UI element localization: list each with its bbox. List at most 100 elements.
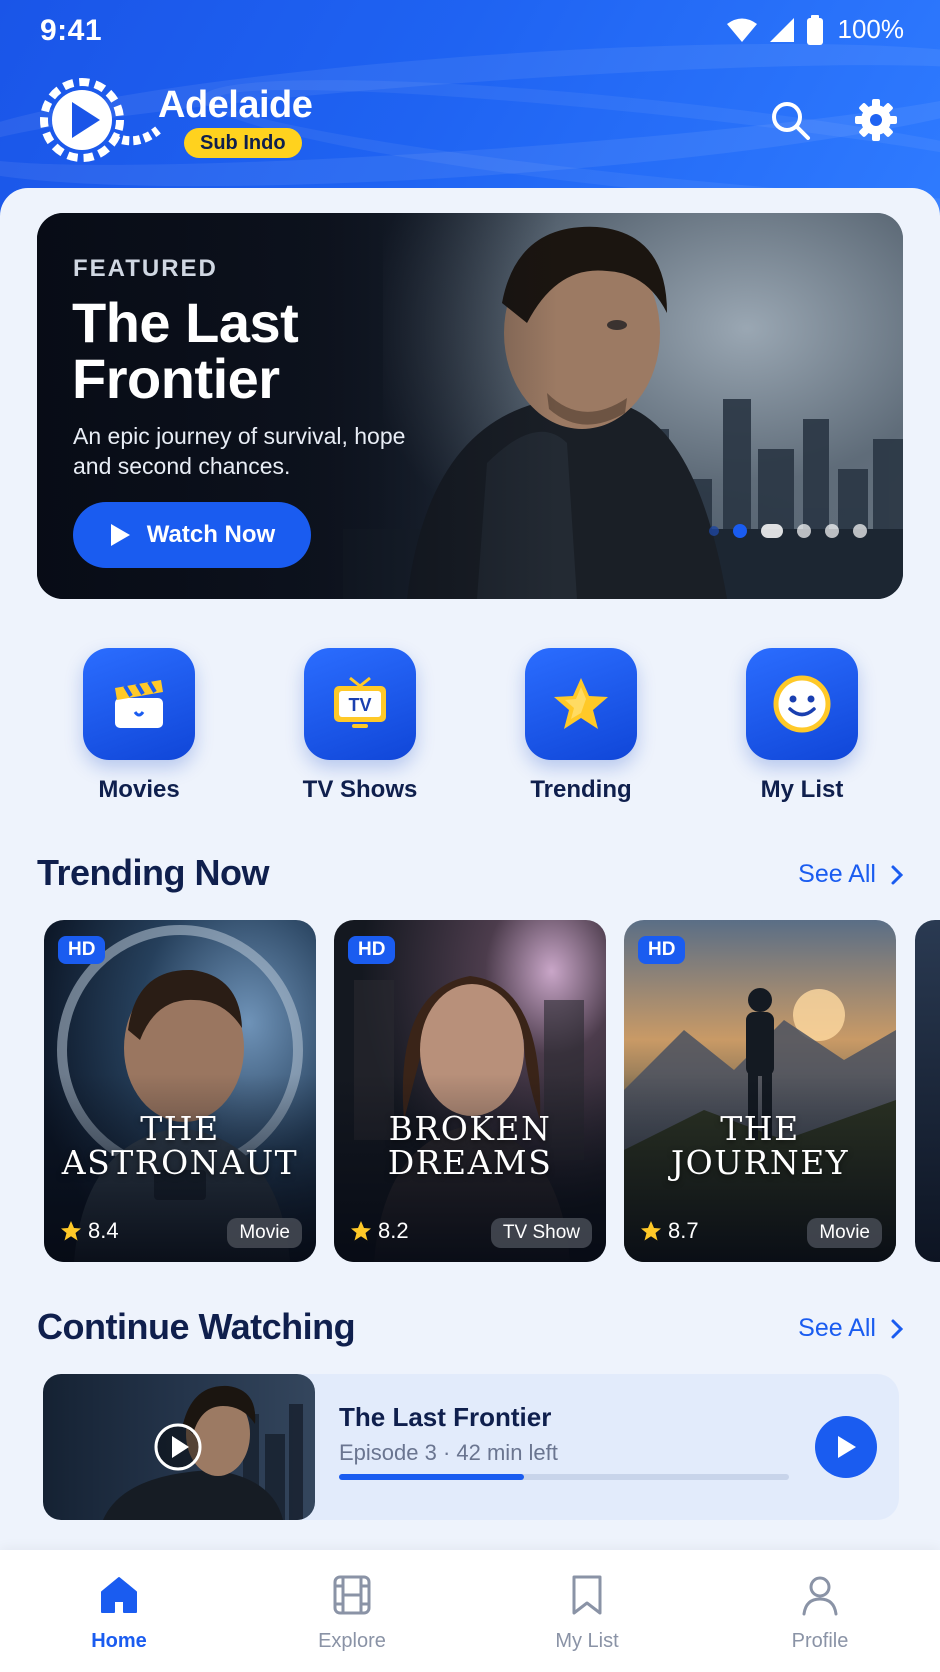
hero-kicker: FEATURED [73, 255, 218, 282]
status-icons: 100% [726, 14, 905, 45]
hd-badge: HD [348, 936, 396, 964]
type-badge: Movie [227, 1218, 302, 1248]
category-tile [746, 648, 858, 760]
carousel-indicator [709, 524, 867, 538]
type-badge: Movie [807, 1218, 882, 1248]
signal-icon [769, 17, 794, 42]
rating: 8.2 [350, 1218, 409, 1244]
wifi-icon [726, 18, 757, 42]
star-icon [641, 1221, 661, 1241]
thumbnail-art [103, 1385, 303, 1520]
nav-home[interactable]: Home [39, 1570, 199, 1653]
rating-value: 8.7 [668, 1218, 699, 1243]
search-button[interactable] [766, 96, 814, 144]
battery-icon [806, 14, 823, 45]
poster-title-line: DREAMS [387, 1143, 553, 1182]
continue-watching-item-title: The Last Frontier [339, 1402, 552, 1432]
continue-watching-card[interactable]: The Last Frontier Episode 3 · 42 min lef… [43, 1374, 899, 1520]
poster-title-line: ASTRONAUT [61, 1143, 299, 1182]
svg-text:TV: TV [348, 695, 371, 715]
category-label: TV Shows [302, 776, 418, 803]
play-icon [110, 524, 130, 546]
category-tile: TV [304, 648, 416, 760]
bookmark-icon [572, 1575, 602, 1615]
poster-card[interactable]: HD THE JOURNEY 8.7 Movie [624, 920, 896, 1262]
watch-now-button[interactable]: Watch Now [73, 502, 311, 568]
carousel-dot[interactable] [709, 526, 719, 536]
hd-badge: HD [58, 936, 106, 964]
bottom-navigation: Home Explore My List Profile [0, 1550, 940, 1672]
type-badge: TV Show [490, 1218, 592, 1248]
poster-title-line: THE [720, 1109, 800, 1148]
settings-button[interactable] [852, 96, 900, 144]
carousel-dot-active[interactable] [733, 524, 747, 538]
app-logo [40, 78, 161, 162]
film-icon [333, 1575, 371, 1615]
nav-label: My List [555, 1630, 619, 1652]
resume-play-button[interactable] [815, 1416, 877, 1478]
featured-banner[interactable]: FEATURED The Last Frontier An epic journ… [37, 213, 903, 599]
star-icon [554, 678, 608, 729]
hd-badge: HD [638, 936, 686, 964]
trending-section-title: Trending Now [37, 852, 270, 893]
poster-card[interactable]: HD THE ASTRONAUT 8.4 Movie [44, 920, 316, 1262]
gear-icon [855, 99, 897, 141]
profile-icon [802, 1576, 838, 1616]
nav-my-list[interactable]: My List [507, 1570, 667, 1653]
poster-card-peek[interactable] [915, 920, 940, 1262]
sub-indo-badge: Sub Indo [184, 128, 302, 158]
category-tile [83, 648, 195, 760]
watch-now-label: Watch Now [146, 521, 276, 548]
nav-profile[interactable]: Profile [740, 1570, 900, 1653]
search-icon [772, 102, 810, 140]
star-icon [351, 1221, 371, 1241]
see-all-label: See All [798, 860, 876, 888]
poster-title: BROKEN DREAMS [334, 1112, 606, 1180]
carousel-dot[interactable] [761, 524, 783, 538]
category-movies[interactable]: Movies [39, 648, 239, 804]
rating: 8.7 [640, 1218, 699, 1244]
category-label: Trending [530, 776, 632, 803]
continue-watching-item-subtitle: Episode 3 · 42 min left [339, 1440, 558, 1465]
hero-title: The Last Frontier [72, 291, 299, 410]
category-tv-shows[interactable]: TV TV Shows [260, 648, 460, 804]
carousel-dot[interactable] [797, 524, 811, 538]
poster-title: THE JOURNEY [624, 1112, 896, 1180]
continue-watching-see-all-link[interactable]: See All [798, 1314, 904, 1343]
clapperboard-icon [115, 680, 163, 728]
poster-title: THE ASTRONAUT [44, 1112, 316, 1180]
see-all-label: See All [798, 1314, 876, 1342]
battery-percent: 100% [837, 14, 905, 44]
home-icon [101, 1577, 137, 1613]
nav-label: Profile [791, 1630, 849, 1652]
hero-description: An epic journey of survival, hope and se… [73, 423, 406, 479]
poster-card[interactable]: HD BROKEN DREAMS 8.2 TV Show [334, 920, 606, 1262]
play-icon [838, 1436, 856, 1458]
poster-title-line: THE [140, 1109, 220, 1148]
progress-fill [339, 1474, 524, 1480]
category-label: My List [760, 776, 844, 803]
nav-explore[interactable]: Explore [272, 1570, 432, 1653]
rating-value: 8.2 [378, 1218, 409, 1243]
status-bar: 9:41 100% [0, 0, 940, 62]
chevron-right-icon [891, 1319, 904, 1338]
star-icon [61, 1221, 81, 1241]
tv-icon: TV [334, 676, 386, 728]
nav-label: Home [91, 1630, 147, 1652]
category-trending[interactable]: Trending [481, 648, 681, 804]
progress-bar [339, 1474, 789, 1480]
category-my-list[interactable]: My List [702, 648, 902, 804]
category-tile [525, 648, 637, 760]
chevron-right-icon [891, 865, 904, 884]
continue-watching-thumbnail[interactable] [43, 1374, 315, 1520]
continue-watching-title: Continue Watching [37, 1306, 356, 1347]
trending-see-all-link[interactable]: See All [798, 860, 904, 889]
smiley-icon [773, 675, 831, 733]
carousel-dot[interactable] [825, 524, 839, 538]
rating: 8.4 [60, 1218, 119, 1244]
nav-label: Explore [318, 1630, 386, 1652]
carousel-dot[interactable] [853, 524, 867, 538]
poster-title-line: BROKEN [388, 1109, 552, 1148]
category-label: Movies [98, 776, 180, 803]
status-time: 9:41 [40, 14, 103, 47]
